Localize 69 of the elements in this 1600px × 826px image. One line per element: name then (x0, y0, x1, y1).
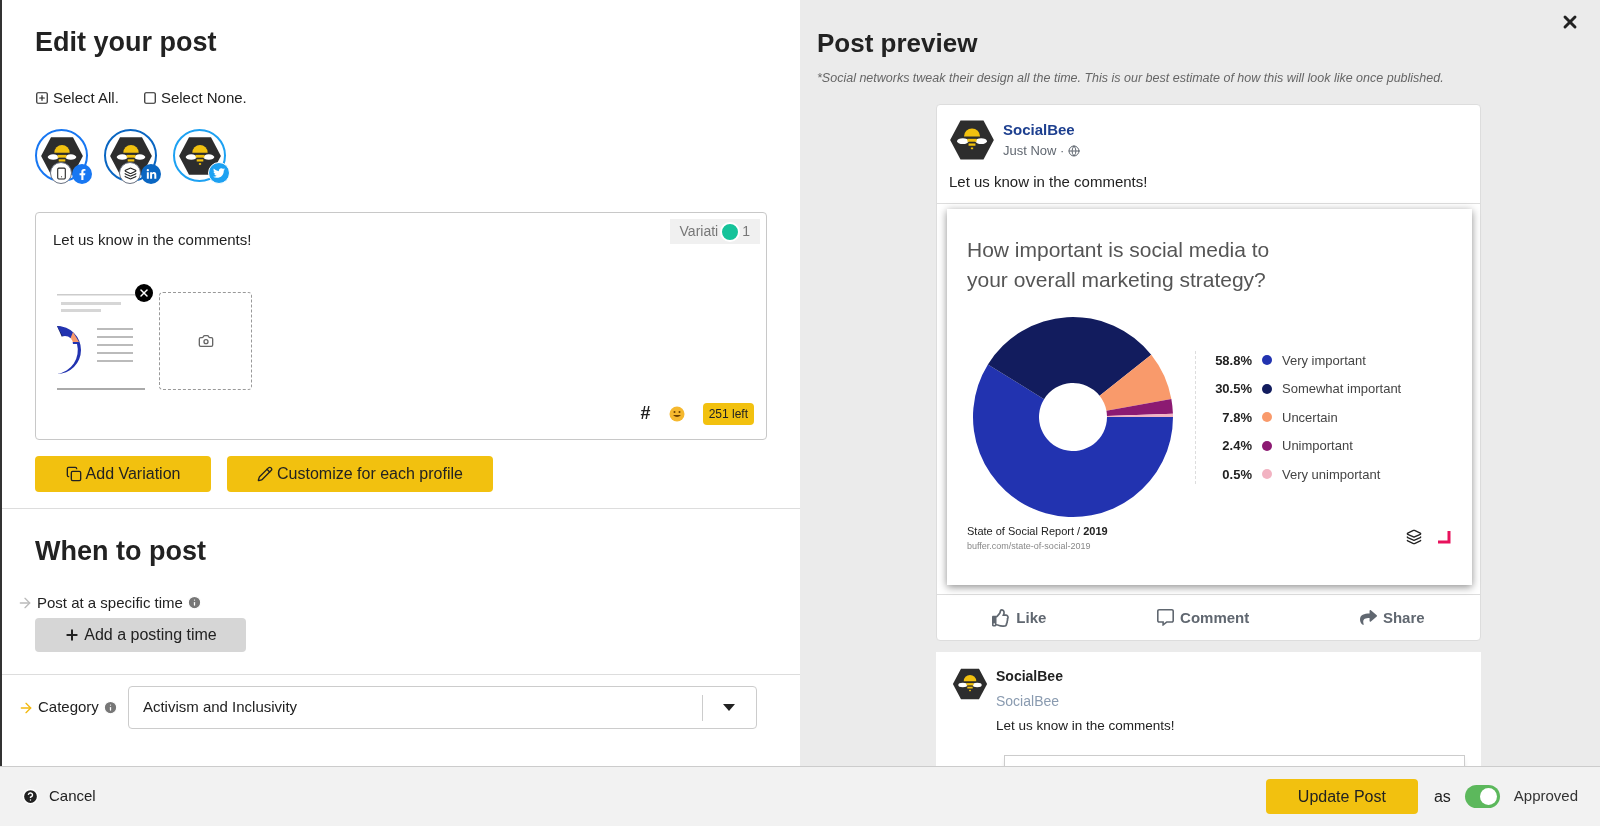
variation-number: 1 (742, 222, 750, 241)
select-all-button[interactable]: Select All. (35, 86, 119, 109)
legend-value: 58.8% (1214, 351, 1252, 370)
globe-icon (1068, 145, 1081, 157)
section-title: Edit your post (35, 26, 218, 59)
chart-title: How important is social media to your overall marketing strategy? (967, 237, 1271, 294)
caret-icon (723, 704, 736, 711)
character-count: 251 left (702, 402, 754, 425)
chart-source: State of Social Report / 2019 (967, 524, 1108, 540)
remove-icon[interactable] (135, 283, 153, 302)
status-label: Approved (1513, 786, 1578, 807)
post-editor[interactable]: Variati 1 Let us know in the comments! # 251 left (35, 212, 767, 440)
approval-toggle[interactable] (1464, 785, 1500, 808)
select-none-button[interactable]: Select None. (142, 86, 247, 109)
legend-label: Unimportant (1282, 437, 1353, 455)
comment-icon (1157, 609, 1175, 627)
page-name[interactable]: SocialBee (1003, 118, 1081, 142)
add-posting-time-button[interactable]: Add a posting time (35, 618, 246, 652)
post-text: Let us know in the comments! (996, 717, 1175, 736)
emoji-icon[interactable] (668, 405, 685, 422)
post-time: Just Now · (1003, 142, 1065, 161)
preview-note: *Social networks tweak their design all the time. This is our best estimate of how this will look like once published. (817, 70, 1445, 87)
add-variation-button[interactable]: Add Variation (35, 456, 211, 492)
post-text: Let us know in the comments! (948, 171, 1149, 192)
hashtag-button[interactable]: # (640, 400, 651, 427)
variation-label: Variati (679, 222, 719, 241)
comment-button[interactable]: Comment (1157, 606, 1250, 629)
legend-label: Uncertain (1282, 408, 1338, 427)
cancel-button[interactable]: Cancel (22, 785, 96, 808)
legend-label: Very important (1282, 351, 1366, 370)
customize-button[interactable]: Customize for each profile (227, 456, 493, 492)
page-name: SocialBee (996, 667, 1064, 687)
legend-value: 0.5% (1221, 465, 1252, 484)
field-label: Category (38, 697, 99, 718)
chart-url: buffer.com/state-of-social-2019 (967, 539, 1092, 553)
share-icon (1359, 609, 1377, 627)
as-label: as (1433, 786, 1451, 807)
legend-value: 7.8% (1221, 408, 1252, 427)
post-text: Let us know in the comments! (53, 230, 252, 250)
update-post-button[interactable]: Update Post (1265, 779, 1418, 814)
copy-icon (65, 466, 82, 482)
bracket-icon (1436, 531, 1452, 546)
field-label: Post at a specific time (37, 592, 183, 613)
linkedin-badge-icon (141, 164, 161, 184)
thumbs-up-icon (992, 608, 1011, 627)
square-icon (142, 90, 157, 105)
category-select[interactable]: Activism and Inclusivity (127, 686, 757, 729)
share-button[interactable]: Share (1359, 606, 1425, 629)
add-image-button[interactable] (159, 291, 252, 390)
section-title: When to post (35, 535, 207, 568)
pencil-icon (257, 466, 274, 482)
info-icon (186, 595, 202, 611)
twitter-badge-icon (208, 162, 230, 184)
legend-value: 2.4% (1221, 437, 1252, 455)
layers-icon (1406, 529, 1422, 546)
grammarly-icon (720, 221, 741, 242)
like-button[interactable]: Like (992, 606, 1047, 629)
plus-square-icon (35, 90, 49, 105)
info-icon (102, 700, 118, 715)
legend-label: Somewhat important (1282, 380, 1402, 398)
phone-badge-icon (50, 162, 72, 184)
layers-badge-icon (119, 162, 141, 184)
help-icon (22, 788, 39, 805)
facebook-badge-icon (72, 164, 92, 184)
page-handle: SocialBee (996, 692, 1061, 712)
camera-icon (197, 332, 214, 349)
section-title: Post preview (817, 27, 979, 60)
legend-label: Very unimportant (1282, 465, 1381, 484)
legend-value: 30.5% (1214, 380, 1252, 398)
